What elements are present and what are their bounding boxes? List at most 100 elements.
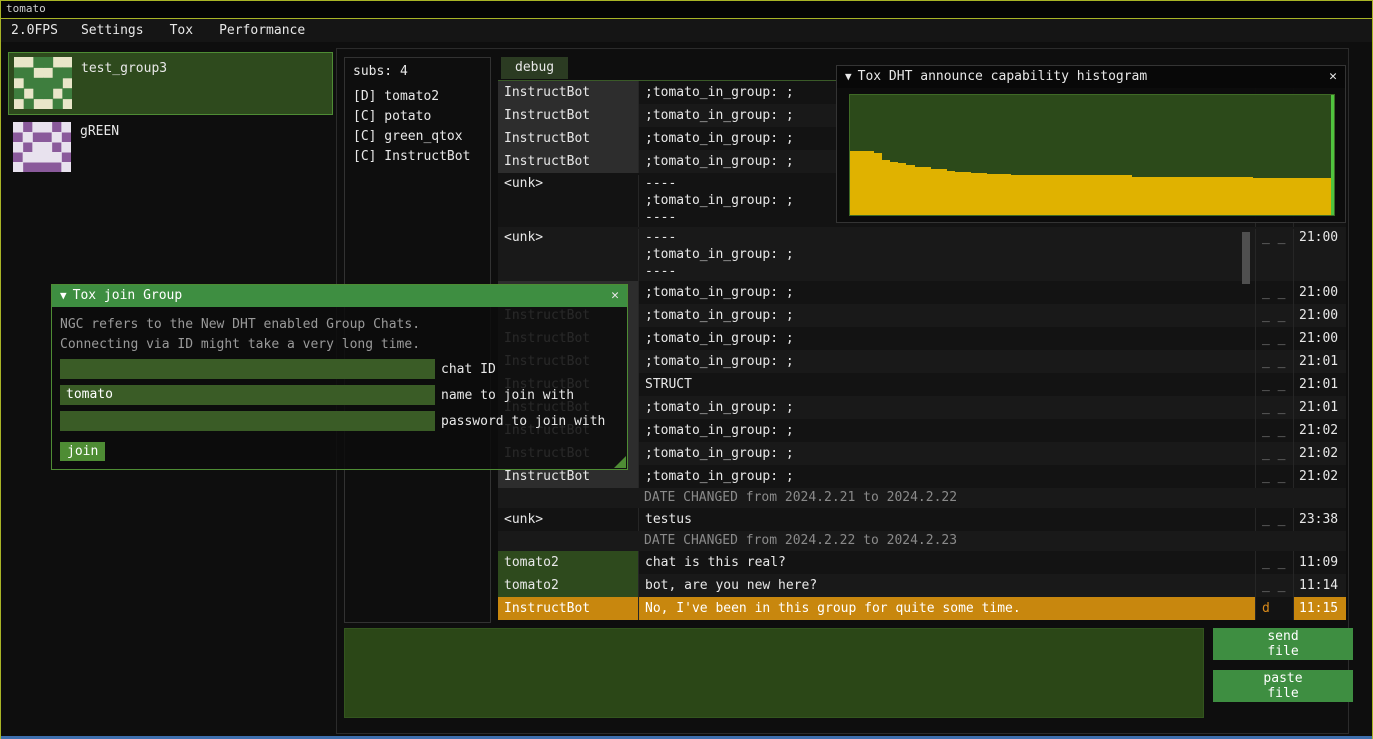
message-flags: _ _ [1255,442,1293,465]
collapse-icon[interactable]: ▼ [60,289,67,302]
histogram-bar [1205,177,1213,215]
chat-message-row[interactable]: tomato2chat is this real?_ _11:09 [498,551,1346,574]
histogram-bar [1092,175,1100,215]
message-timestamp: 21:02 [1293,442,1346,465]
message-timestamp: 21:00 [1293,304,1346,327]
message-flags: _ _ [1255,396,1293,419]
message-timestamp: 11:09 [1293,551,1346,574]
message-flags: _ _ [1255,281,1293,304]
member-list-item[interactable]: [D] tomato2 [353,87,490,107]
histogram-bar [1116,175,1124,215]
message-timestamp: 21:02 [1293,419,1346,442]
close-icon[interactable]: ✕ [1321,66,1345,88]
join-field-label: password to join with [441,414,605,429]
menu-item-tox[interactable]: Tox [157,19,206,42]
chat-message-row[interactable]: tomato2bot, are you new here?_ _11:14 [498,574,1346,597]
histogram-bar [1108,175,1116,215]
close-icon[interactable]: ✕ [603,285,627,307]
tab-debug[interactable]: debug [501,57,568,79]
histogram-bar [987,174,995,215]
histogram-bar [898,163,906,215]
join-name-input[interactable]: tomato [60,385,435,405]
chat-message-row[interactable]: InstructBotNo, I've been in this group f… [498,597,1346,620]
send-file-label-line1: send [1213,629,1353,644]
histogram-bar [866,151,874,215]
menu-items: SettingsToxPerformance [68,19,318,42]
resize-grip[interactable] [614,456,626,468]
join-info-line: NGC refers to the New DHT enabled Group … [60,315,619,335]
histogram-bar [1229,177,1237,215]
chat-message-row[interactable]: <unk>----;tomato_in_group: ;----_ _21:00 [498,227,1346,281]
message-timestamp: 11:15 [1293,597,1346,620]
group-avatar-icon [13,122,71,172]
histogram-bar [882,160,890,215]
histogram-bar [1076,175,1084,215]
histogram-bar [963,172,971,215]
message-text-line: ---- [645,229,1255,246]
message-sender: tomato2 [498,551,639,574]
histogram-bar [1035,175,1043,215]
group-name: test_group3 [81,61,167,76]
sidebar-item-gREEN[interactable]: gREEN [8,118,331,179]
message-text: testus [639,508,1255,531]
message-sender: <unk> [498,508,639,531]
message-text: No, I've been in this group for quite so… [639,597,1255,620]
message-flags: _ _ [1255,465,1293,488]
message-flags: _ _ [1255,304,1293,327]
scrollbar-thumb[interactable] [1242,232,1250,284]
chat-id-input[interactable] [60,359,435,379]
join-field-row: password to join with [60,411,619,437]
histogram-bar [1237,177,1245,215]
collapse-icon[interactable]: ▼ [845,70,852,83]
histogram-bar [979,173,987,215]
message-text-line: ;tomato_in_group: ; [645,246,1255,263]
join-window-title: Tox join Group [73,288,183,303]
send-file-button[interactable]: send file [1213,628,1353,660]
join-field-label: chat ID [441,362,496,377]
os-titlebar[interactable]: tomato [1,1,1372,19]
sidebar-item-test_group3[interactable]: test_group3 [8,52,333,115]
join-field-row: tomato name to join with [60,385,619,411]
message-text: ;tomato_in_group: ; [639,465,1255,488]
histogram-bar [1261,178,1269,215]
join-button[interactable]: join [60,442,105,461]
histogram-window-titlebar[interactable]: ▼Tox DHT announce capability histogram ✕ [837,66,1345,88]
message-input[interactable] [344,628,1204,718]
message-sender: <unk> [498,175,639,227]
subs-header: subs: 4 [345,58,490,87]
group-name: gREEN [80,124,119,139]
join-password-input[interactable] [60,411,435,431]
histogram-bar [1044,175,1052,215]
join-window-titlebar[interactable]: ▼ Tox join Group ✕ [52,285,627,307]
message-flags: _ _ [1255,508,1293,531]
histogram-bar [1253,178,1261,215]
histogram-bar [1156,177,1164,215]
message-text: ;tomato_in_group: ; [639,396,1255,419]
date-changed-text: DATE CHANGED from 2024.2.22 to 2024.2.23 [498,531,957,551]
date-changed-row: DATE CHANGED from 2024.2.22 to 2024.2.23 [498,531,1346,551]
histogram-bar [874,153,882,215]
histogram-bar [1132,177,1140,215]
message-timestamp: 21:00 [1293,229,1346,281]
histogram-bar [1060,175,1068,215]
message-text: ;tomato_in_group: ; [639,419,1255,442]
histogram-bar [915,167,923,215]
member-list-item[interactable]: [C] potato [353,107,490,127]
histogram-bar [858,151,866,215]
histogram-bar [1285,178,1293,215]
date-changed-row: DATE CHANGED from 2024.2.21 to 2024.2.22 [498,488,1346,508]
menu-item-settings[interactable]: Settings [68,19,157,42]
histogram-bar [1302,178,1310,215]
member-list-item[interactable]: [C] green_qtox [353,127,490,147]
message-text: ;tomato_in_group: ; [639,442,1255,465]
join-field-label: name to join with [441,388,574,403]
menu-item-performance[interactable]: Performance [206,19,318,42]
paste-file-button[interactable]: paste file [1213,670,1353,702]
histogram-bar [890,162,898,215]
member-list-item[interactable]: [C] InstructBot [353,147,490,167]
message-text: bot, are you new here? [639,574,1255,597]
histogram-bar [971,173,979,215]
join-group-window: ▼ Tox join Group ✕ NGC refers to the New … [51,284,628,470]
fps-counter: 2.0FPS [1,23,68,38]
chat-message-row[interactable]: <unk>testus_ _23:38 [498,508,1346,531]
